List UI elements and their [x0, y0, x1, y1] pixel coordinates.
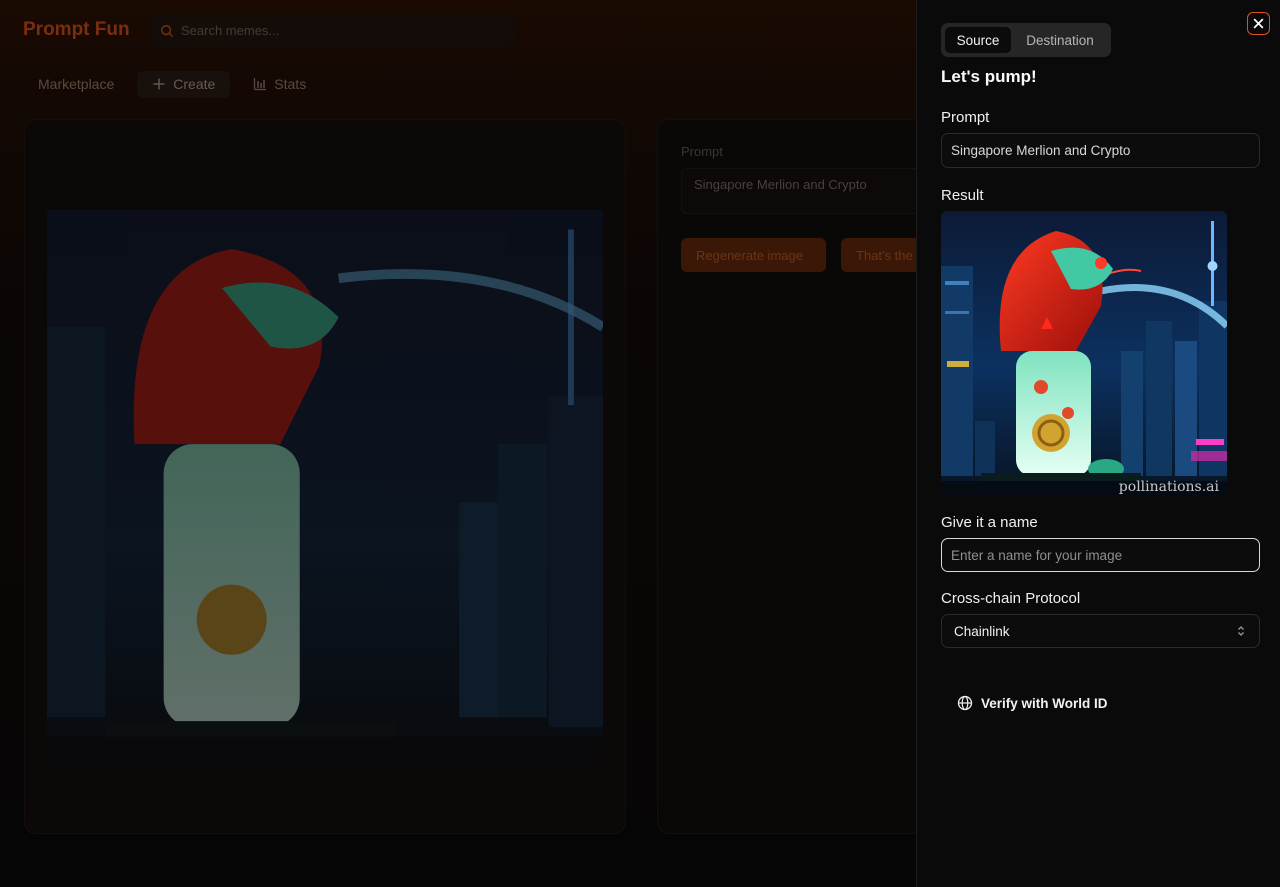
chain-tabs: Source Destination [941, 23, 1111, 57]
prompt-label: Prompt [681, 144, 723, 159]
globe-icon [957, 695, 973, 711]
protocol-selected-value: Chainlink [954, 623, 1010, 639]
nav-label: Marketplace [38, 76, 115, 92]
bar-chart-icon [254, 78, 267, 91]
nav-label: Create [173, 76, 216, 92]
result-watermark: pollinations.ai [1119, 479, 1220, 495]
search-input[interactable]: Search memes... [181, 23, 279, 38]
prompt-field[interactable]: Singapore Merlion and Crypto [941, 133, 1260, 168]
main-nav: Marketplace Create Stats [23, 70, 321, 98]
tab-destination[interactable]: Destination [1013, 27, 1107, 53]
search-icon [161, 24, 174, 37]
name-input[interactable] [951, 547, 1250, 563]
nav-marketplace[interactable]: Marketplace [23, 71, 129, 98]
nav-stats[interactable]: Stats [238, 71, 321, 98]
protocol-select[interactable]: Chainlink [941, 614, 1260, 648]
name-label: Give it a name [941, 514, 1038, 531]
result-label: Result [941, 187, 984, 204]
sheet-heading: Let's pump! [941, 67, 1037, 86]
verify-world-id-button[interactable]: Verify with World ID [947, 688, 1118, 718]
chevron-updown-icon [1238, 626, 1244, 636]
protocol-label: Cross-chain Protocol [941, 590, 1081, 607]
image-preview-card [24, 119, 626, 834]
nav-label: Stats [274, 76, 307, 92]
nav-create[interactable]: Create [137, 70, 231, 98]
close-icon [1253, 18, 1264, 29]
result-image: pollinations.ai [941, 211, 1227, 496]
prompt-label: Prompt [941, 109, 990, 126]
close-button[interactable] [1247, 12, 1270, 35]
plus-icon [153, 78, 165, 90]
brand-logo[interactable]: Prompt Fun [23, 19, 130, 41]
mint-side-sheet: Source Destination Let's pump! Prompt Si… [916, 0, 1280, 887]
name-field[interactable] [941, 538, 1260, 572]
regenerate-button[interactable]: Regenerate image [681, 238, 826, 272]
verify-label: Verify with World ID [981, 695, 1108, 711]
generated-image [47, 210, 603, 766]
tab-source[interactable]: Source [945, 27, 1011, 53]
search-bar[interactable]: Search memes... [150, 14, 515, 47]
